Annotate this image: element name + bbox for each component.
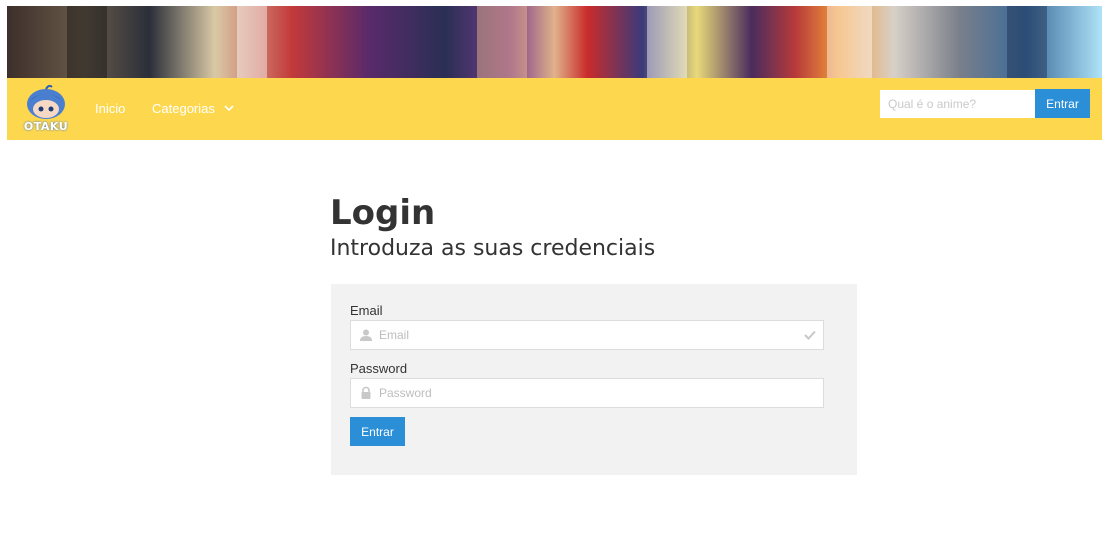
page-subtitle: Introduza as suas credenciais xyxy=(330,236,656,261)
password-label: Password xyxy=(350,361,408,376)
email-field-wrapper xyxy=(350,320,824,350)
search-button[interactable]: Entrar xyxy=(1035,89,1090,118)
login-button[interactable]: Entrar xyxy=(350,417,405,446)
logo-mascot-icon xyxy=(27,84,65,119)
nav-home-link[interactable]: Inicio xyxy=(95,101,125,116)
search-input[interactable] xyxy=(880,90,1036,118)
lock-icon xyxy=(361,386,371,399)
page-title: Login xyxy=(330,193,436,233)
navbar: OTAKU Inicio Categorias Entrar xyxy=(7,78,1102,140)
user-icon xyxy=(360,329,372,341)
nav-categories-link[interactable]: Categorias xyxy=(152,101,215,116)
check-icon xyxy=(804,330,816,340)
password-field[interactable] xyxy=(379,379,799,407)
login-form: Email Password Entrar xyxy=(331,284,857,475)
banner-image xyxy=(7,6,1102,78)
chevron-down-icon[interactable] xyxy=(223,103,235,113)
password-field-wrapper xyxy=(350,378,824,408)
email-field[interactable] xyxy=(379,321,799,349)
logo[interactable]: OTAKU xyxy=(21,84,71,136)
logo-text: OTAKU xyxy=(23,120,69,133)
email-label: Email xyxy=(350,303,383,318)
